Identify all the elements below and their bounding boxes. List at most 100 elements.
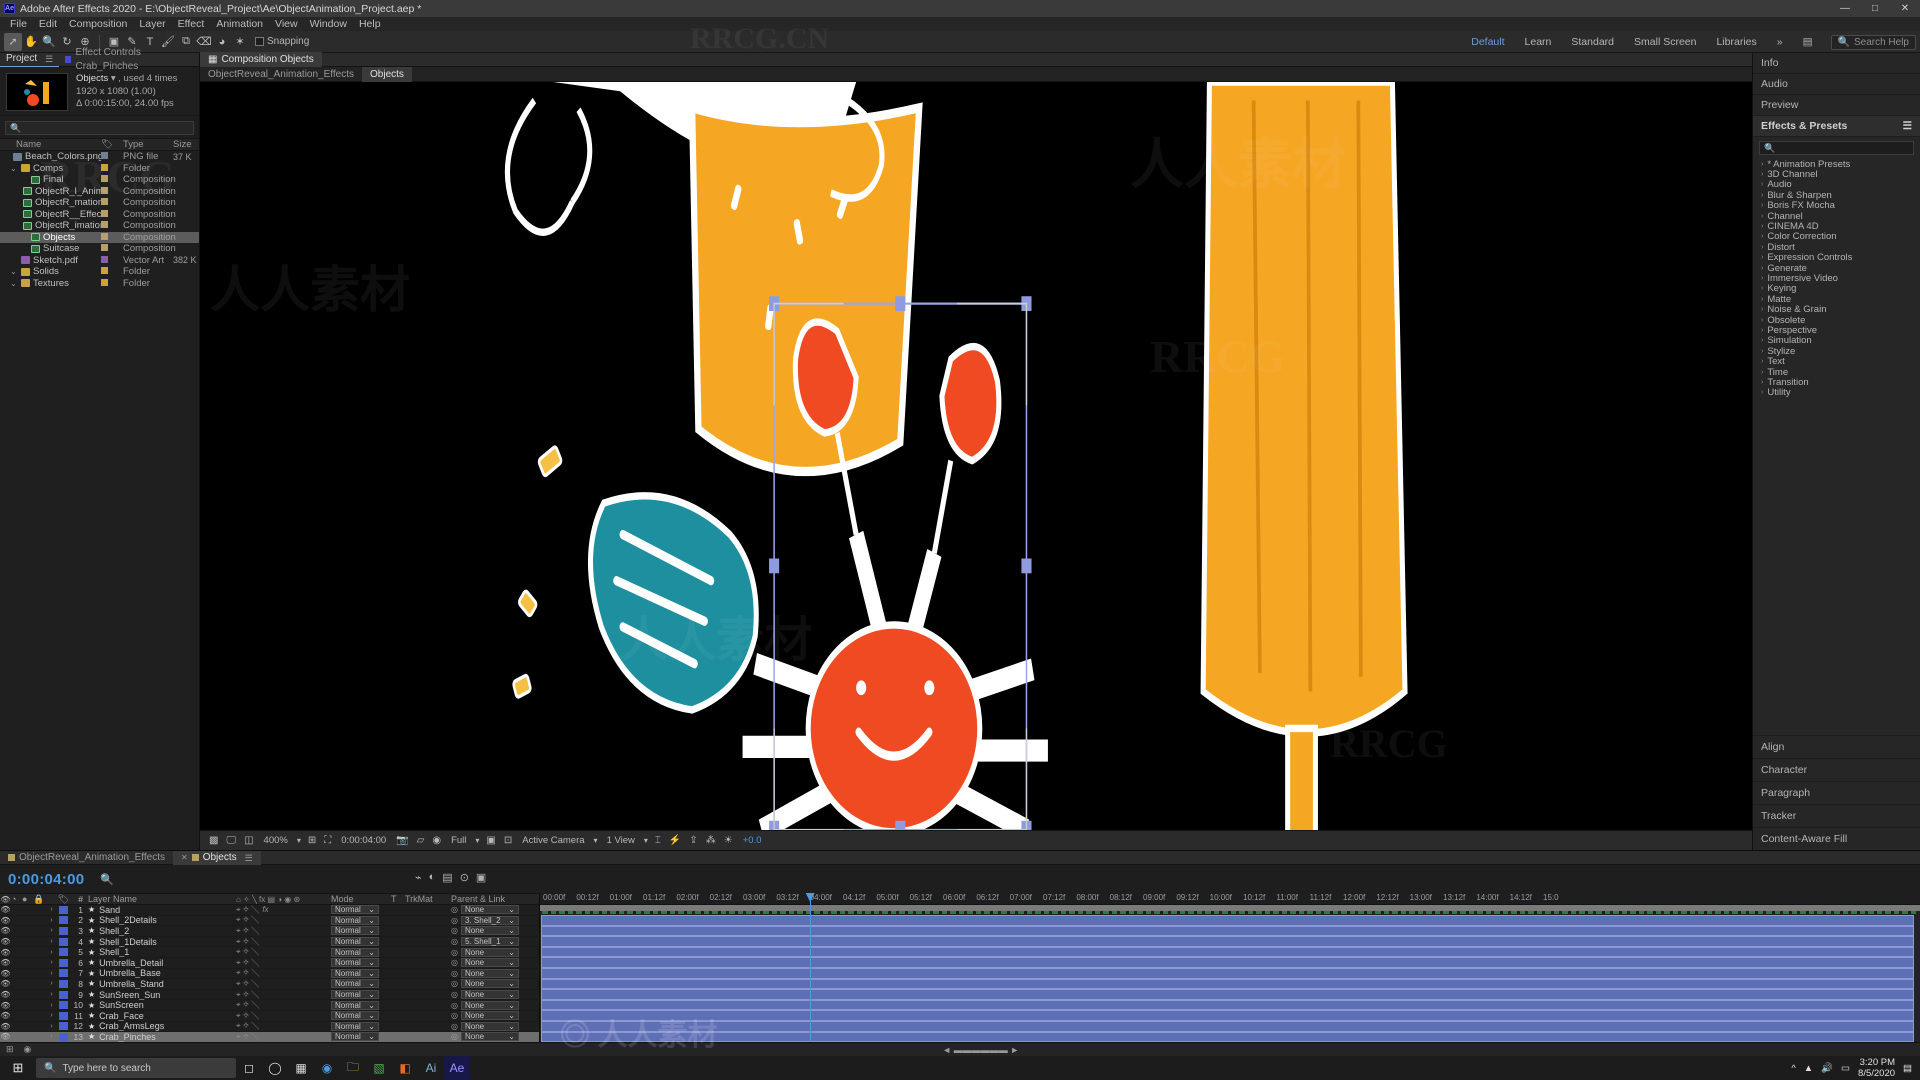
parent-dropdown[interactable]: None ⌄ xyxy=(460,926,519,936)
effects-category-item[interactable]: › Perspective xyxy=(1753,325,1920,336)
parent-pickwhip-icon[interactable]: ◎ xyxy=(451,948,458,957)
label-swatch-icon[interactable] xyxy=(101,267,108,275)
panel-align[interactable]: Align xyxy=(1753,735,1920,758)
layer-twirl-icon[interactable]: › xyxy=(46,991,57,998)
chevron-right-icon[interactable]: › xyxy=(1761,213,1763,220)
layer-switches[interactable]: ⌖ ✧ ╲ xyxy=(236,1021,331,1031)
menu-item-window[interactable]: Window xyxy=(304,17,353,31)
layer-switches[interactable]: ⌖ ✧ ╲ xyxy=(236,979,331,989)
timeline-search-icon[interactable]: 🔍 xyxy=(100,873,114,886)
toggle-transparency-grid-icon[interactable]: ▩ xyxy=(205,833,222,849)
tray-expand-icon[interactable]: ^ xyxy=(1791,1063,1795,1074)
views-chevron-icon[interactable]: ▾ xyxy=(641,836,651,845)
layer-label-swatch-icon[interactable] xyxy=(59,979,68,988)
chevron-right-icon[interactable]: › xyxy=(1761,327,1763,334)
effects-category-item[interactable]: › Transition xyxy=(1753,377,1920,388)
panel-audio[interactable]: Audio xyxy=(1753,74,1920,95)
workspace-learn[interactable]: Learn xyxy=(1515,31,1562,53)
exposure-value[interactable]: +0.0 xyxy=(737,835,768,846)
parent-dropdown[interactable]: None ⌄ xyxy=(460,1032,519,1042)
blend-mode-dropdown[interactable]: Normal ⌄ xyxy=(331,1000,379,1010)
parent-pickwhip-icon[interactable]: ◎ xyxy=(451,1001,458,1010)
layer-label-swatch-icon[interactable] xyxy=(59,969,68,978)
project-item-row[interactable]: ObjectR_mation_Effects Composition xyxy=(0,197,199,209)
blend-mode-dropdown[interactable]: Normal ⌄ xyxy=(331,915,379,925)
project-item-row[interactable]: Final Composition xyxy=(0,174,199,186)
layer-duration-bar[interactable] xyxy=(541,999,1914,1011)
layer-label-swatch-icon[interactable] xyxy=(59,926,68,935)
layer-switches[interactable]: ⌖ ✧ ╲ xyxy=(236,968,331,978)
parent-dropdown[interactable]: None ⌄ xyxy=(460,990,519,1000)
chevron-right-icon[interactable]: › xyxy=(1761,369,1763,376)
chevron-right-icon[interactable]: › xyxy=(1761,358,1763,365)
parent-dropdown[interactable]: 5. Shell_1 ⌄ xyxy=(460,937,519,947)
playhead[interactable] xyxy=(805,893,815,1042)
battery-icon[interactable]: ▭ xyxy=(1841,1063,1850,1074)
effects-category-item[interactable]: › Channel xyxy=(1753,211,1920,222)
panel-menu-icon[interactable]: ☰ xyxy=(45,52,53,66)
twirl-icon[interactable]: ⌄ xyxy=(10,267,18,276)
workspace-menu-icon[interactable]: ▤ xyxy=(1793,31,1823,53)
toggle-mask-icon[interactable]: ⊡ xyxy=(500,833,516,849)
project-item-row[interactable]: ⌄ Solids Folder xyxy=(0,266,199,278)
parent-dropdown[interactable]: 3. Shell_2 ⌄ xyxy=(460,915,519,925)
chevron-right-icon[interactable]: › xyxy=(1761,275,1763,282)
chevron-right-icon[interactable]: › xyxy=(1761,244,1763,251)
effects-category-item[interactable]: › Immersive Video xyxy=(1753,273,1920,284)
project-item-row[interactable]: Beach_Colors.png PNG file 37 K xyxy=(0,151,199,163)
pixel-aspect-icon[interactable]: ⌶ xyxy=(651,833,665,849)
label-swatch-icon[interactable] xyxy=(101,244,108,252)
layer-twirl-icon[interactable]: › xyxy=(46,1002,57,1009)
maximize-button[interactable]: □ xyxy=(1860,0,1890,17)
parent-dropdown[interactable]: None ⌄ xyxy=(460,905,519,915)
table-row[interactable]: 👁 › 12 ★ Crab_ArmsLegs ⌖ ✧ ╲ Normal ⌄ ◎ None ⌄ xyxy=(0,1021,539,1033)
layer-visibility-icon[interactable]: 👁 xyxy=(0,937,11,946)
label-swatch-icon[interactable] xyxy=(101,209,108,217)
blend-mode-dropdown[interactable]: Normal ⌄ xyxy=(331,968,379,978)
chevron-right-icon[interactable]: › xyxy=(1761,296,1763,303)
snapping-toggle[interactable]: Snapping xyxy=(255,36,309,47)
effects-category-item[interactable]: › * Animation Presets xyxy=(1753,159,1920,170)
effects-category-item[interactable]: › Boris FX Mocha xyxy=(1753,200,1920,211)
time-ruler[interactable]: 00:00f 00:12f 01:00f 01:12f 02:00f 02:12f 03:0… xyxy=(540,893,1920,905)
label-swatch-icon[interactable] xyxy=(101,163,108,171)
parent-pickwhip-icon[interactable]: ◎ xyxy=(451,937,458,946)
layer-twirl-icon[interactable]: › xyxy=(46,1033,57,1040)
project-item-row[interactable]: Objects Composition xyxy=(0,231,199,243)
effects-category-item[interactable]: › Text xyxy=(1753,356,1920,367)
layer-duration-bar[interactable] xyxy=(541,915,1914,926)
taskbar-clock[interactable]: 3:20 PM 8/5/2020 xyxy=(1858,1057,1895,1079)
chevron-right-icon[interactable]: › xyxy=(1761,379,1763,386)
layer-visibility-icon[interactable]: 👁 xyxy=(0,926,11,935)
blend-mode-dropdown[interactable]: Normal ⌄ xyxy=(331,1011,379,1021)
edge-browser-icon[interactable]: ◉ xyxy=(314,1056,340,1080)
motion-blur-icon[interactable]: ◐ xyxy=(429,871,436,884)
layer-switches[interactable]: ⌖ ✧ ╲ xyxy=(236,1000,331,1010)
parent-dropdown[interactable]: None ⌄ xyxy=(460,947,519,957)
layer-twirl-icon[interactable]: › xyxy=(46,1023,57,1030)
store-icon[interactable]: ▧ xyxy=(366,1056,392,1080)
layer-switches[interactable]: ⌖ ✧ ╲ xyxy=(236,926,331,936)
parent-pickwhip-icon[interactable]: ◎ xyxy=(451,916,458,925)
timeline-zoom-slider[interactable]: ◄ ▬▬▬▬▬▬ ► xyxy=(942,1045,1019,1055)
layer-switches[interactable]: ⌖ ✧ ╲ xyxy=(236,990,331,1000)
col-t[interactable]: T xyxy=(391,894,405,904)
col-trkmat[interactable]: TrkMat xyxy=(405,894,451,904)
snapshot-camera-icon[interactable]: 📷 xyxy=(392,833,412,849)
layer-label-swatch-icon[interactable] xyxy=(59,958,68,967)
layer-twirl-icon[interactable]: › xyxy=(46,917,57,924)
blend-mode-dropdown[interactable]: Normal ⌄ xyxy=(331,990,379,1000)
show-snapshot-icon[interactable]: ▱ xyxy=(413,833,429,849)
exposure-reset-icon[interactable]: ☀ xyxy=(720,833,737,849)
start-button-icon[interactable]: ⊞ xyxy=(0,1060,36,1076)
layer-visibility-icon[interactable]: 👁 xyxy=(0,1032,11,1041)
panel-tracker[interactable]: Tracker xyxy=(1753,804,1920,827)
layer-duration-bar[interactable] xyxy=(541,936,1914,947)
layer-visibility-icon[interactable]: 👁 xyxy=(0,990,11,999)
layer-twirl-icon[interactable]: › xyxy=(46,970,57,977)
workspace-standard[interactable]: Standard xyxy=(1561,31,1624,53)
current-time-display[interactable]: 0:00:04:00 xyxy=(0,871,84,888)
table-row[interactable]: 👁 › 8 ★ Umbrella_Stand ⌖ ✧ ╲ Normal ⌄ ◎ None ⌄ xyxy=(0,979,539,990)
resolution-label[interactable]: Full xyxy=(445,835,472,846)
table-row[interactable]: 👁 › 3 ★ Shell_2 ⌖ ✧ ╲ Normal ⌄ ◎ None ⌄ xyxy=(0,926,539,937)
